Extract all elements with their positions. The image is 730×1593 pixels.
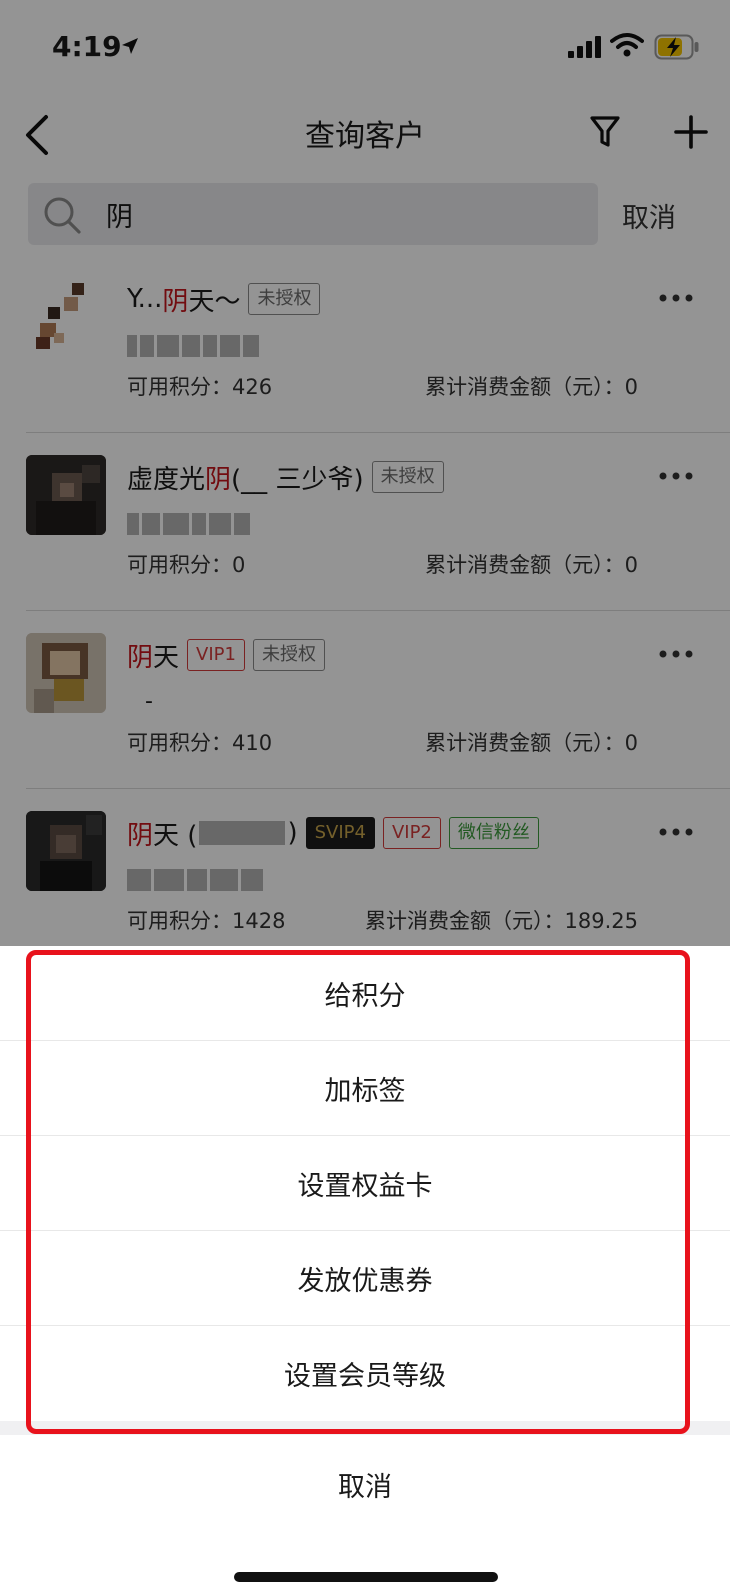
action-sheet-options: 给积分 加标签 设置权益卡 发放优惠券 设置会员等级 bbox=[0, 946, 730, 1421]
action-give-points[interactable]: 给积分 bbox=[0, 946, 730, 1041]
action-sheet-cancel-button[interactable]: 取消 bbox=[0, 1465, 730, 1504]
action-sheet-cancel: 取消 bbox=[0, 1435, 730, 1593]
action-set-benefit-card[interactable]: 设置权益卡 bbox=[0, 1136, 730, 1231]
home-indicator bbox=[234, 1572, 498, 1582]
action-issue-coupon[interactable]: 发放优惠券 bbox=[0, 1231, 730, 1326]
action-sheet: 给积分 加标签 设置权益卡 发放优惠券 设置会员等级 取消 bbox=[0, 946, 730, 1593]
action-add-tag[interactable]: 加标签 bbox=[0, 1041, 730, 1136]
action-set-member-level[interactable]: 设置会员等级 bbox=[0, 1326, 730, 1421]
